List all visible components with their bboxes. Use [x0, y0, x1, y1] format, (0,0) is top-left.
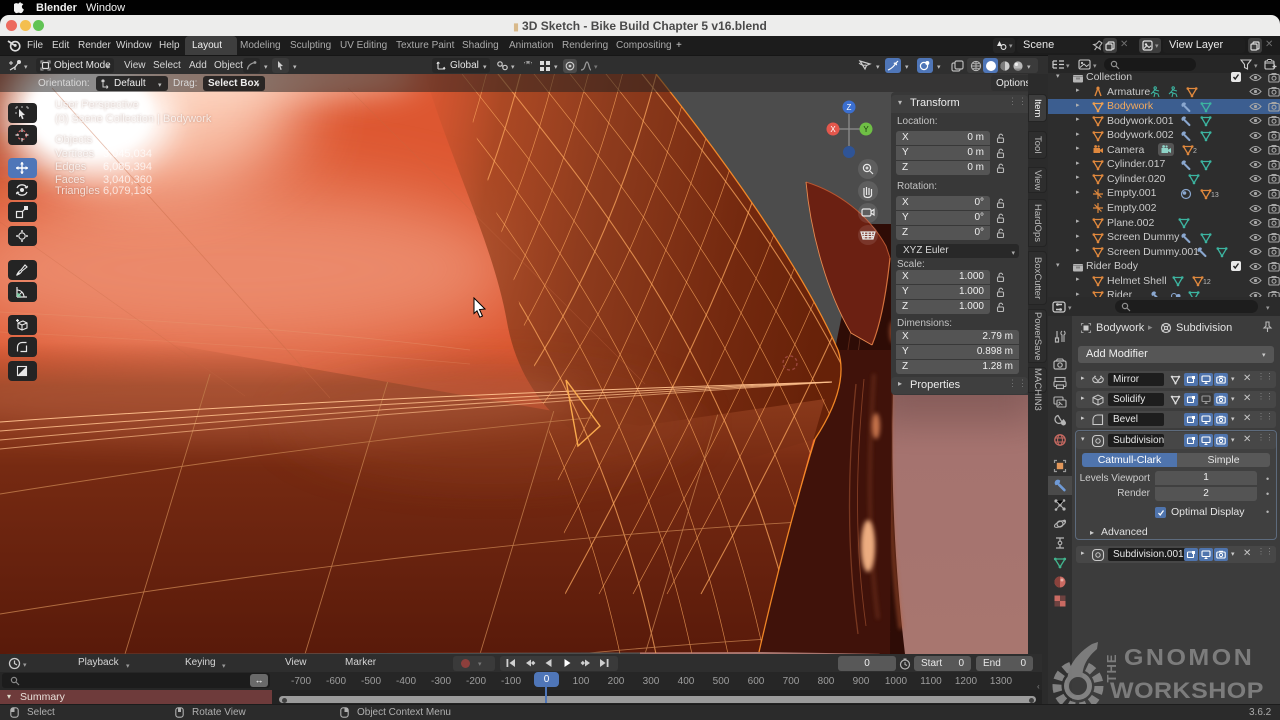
svg-text:Y: Y [863, 125, 869, 134]
svg-text:X: X [830, 125, 836, 134]
svg-text:WORKSHOP: WORKSHOP [1110, 678, 1264, 702]
svg-text:GNOMON: GNOMON [1124, 645, 1254, 671]
svg-text:Z: Z [847, 103, 852, 112]
